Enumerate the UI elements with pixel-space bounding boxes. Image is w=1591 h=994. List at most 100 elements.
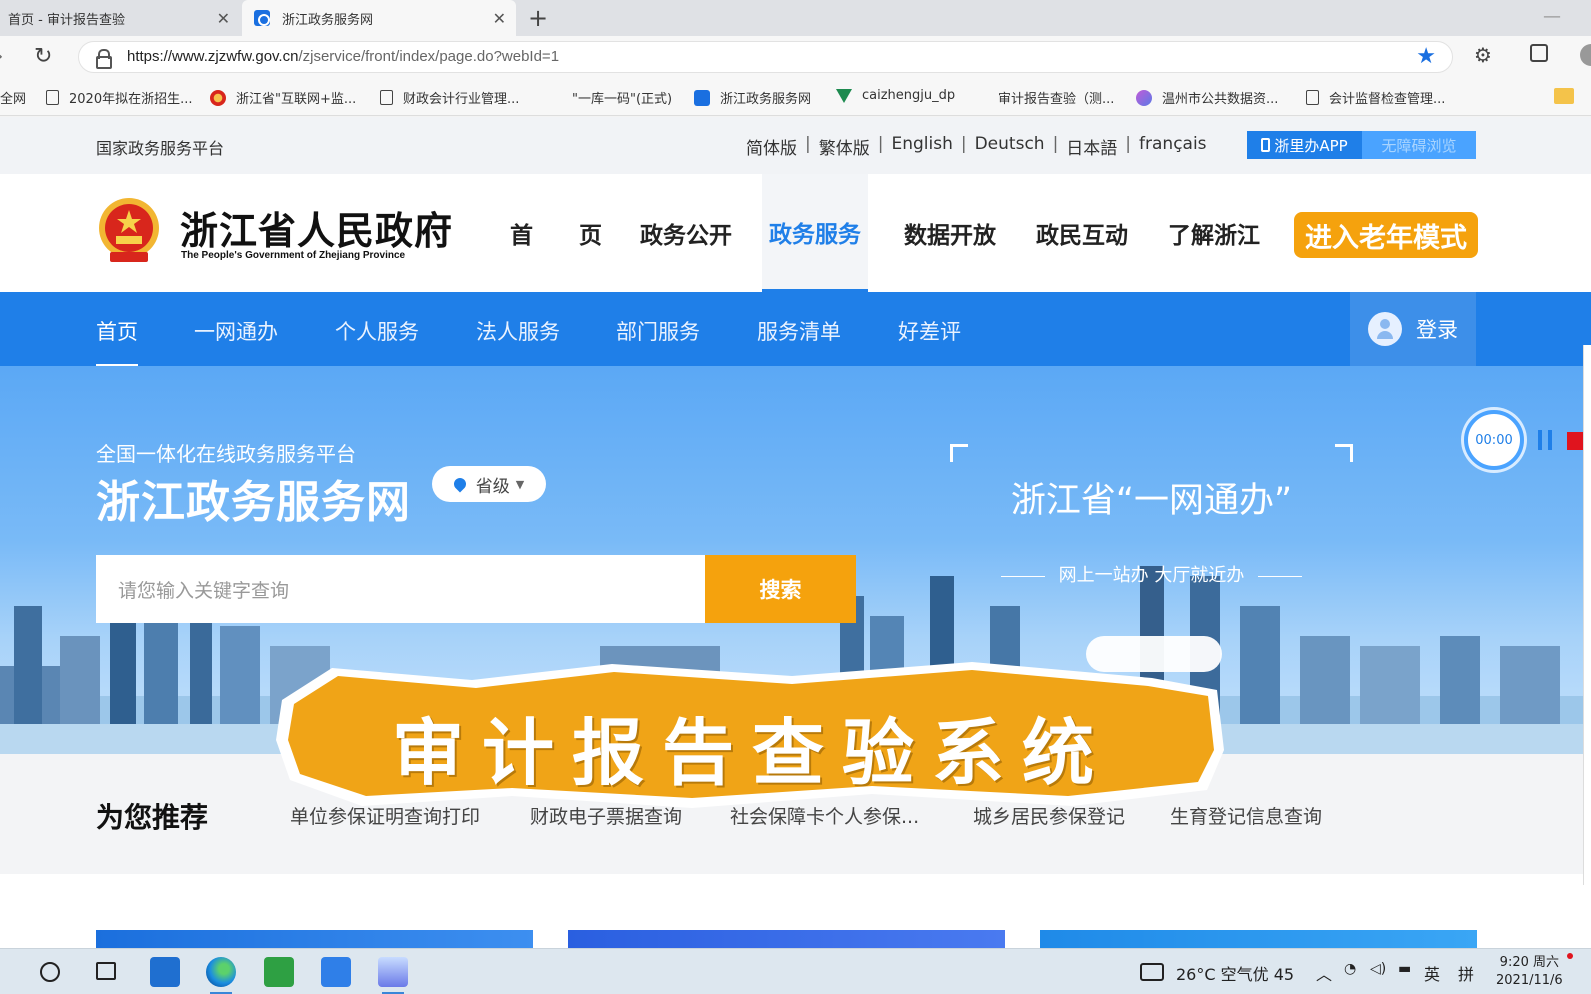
edge-browser-icon[interactable] (206, 957, 236, 994)
phone-icon (1261, 138, 1271, 152)
subnav-home[interactable]: 首页 (96, 316, 138, 346)
notification-dot-icon (1567, 953, 1573, 959)
subnav-legal-person[interactable]: 法人服务 (476, 316, 560, 346)
nav-home[interactable]: 首 页 (510, 174, 602, 292)
bookmark-item[interactable]: caizhengju_dp (836, 88, 955, 103)
bookmark-item[interactable]: 会计监督检查管理... (1306, 88, 1445, 107)
bookmark-item[interactable]: 温州市公共数据资... (1136, 88, 1278, 107)
page-icon (380, 90, 393, 105)
emblem-icon (210, 89, 226, 106)
url-text: https://www.zjzwfw.gov.cn/zjservice/fron… (127, 48, 560, 65)
lang-traditional[interactable]: 繁体版 (819, 134, 870, 159)
gov-name-en: The People's Government of Zhejiang Prov… (181, 250, 406, 261)
chevron-down-icon: ▼ (515, 477, 525, 491)
favorite-star-icon[interactable]: ★ (1416, 44, 1436, 69)
system-clock[interactable]: 9:20 周六 2021/11/6 (1496, 954, 1563, 990)
side-panel-edge (1583, 345, 1591, 885)
page-icon (1306, 90, 1319, 105)
lang-english[interactable]: English (891, 134, 952, 159)
bookmark-item[interactable]: 审计报告查验（测... (998, 88, 1114, 107)
ime-mode[interactable]: 拼 (1458, 961, 1474, 985)
close-icon[interactable]: ✕ (217, 9, 230, 28)
bookmark-item[interactable]: 浙江政务服务网 (694, 88, 811, 107)
collections-icon[interactable] (1530, 44, 1548, 62)
profile-avatar[interactable] (1580, 44, 1591, 66)
url-field[interactable]: https://www.zjzwfw.gov.cn/zjservice/fron… (78, 41, 1453, 73)
volume-icon[interactable]: ◁) (1370, 961, 1386, 977)
service-cards-row (0, 874, 1591, 948)
national-emblem-icon[interactable] (96, 196, 162, 266)
nav-interaction[interactable]: 政民互动 (1036, 174, 1128, 292)
nav-about-zhejiang[interactable]: 了解浙江 (1168, 174, 1260, 292)
site-top-strip: 国家政务服务平台 简体版 | 繁体版 | English | Deutsch | 日本語… (0, 117, 1591, 174)
green-app-icon[interactable] (264, 957, 294, 987)
back-arrow-icon[interactable]: › (0, 46, 3, 67)
site-header: 浙江省人民政府 The People's Government of Zheji… (0, 174, 1591, 292)
bookmark-item[interactable]: 2020年拟在浙招生... (46, 88, 192, 107)
subnav-personal[interactable]: 个人服务 (335, 316, 419, 346)
accessibility-button[interactable]: 无障碍浏览 (1362, 131, 1476, 159)
promo-title: 浙江省“一网通办” (1010, 481, 1293, 521)
minimize-icon[interactable]: — (1543, 6, 1561, 27)
lang-simplified[interactable]: 简体版 (746, 134, 797, 159)
tab-title: 首页 - 审计报告查验 (8, 12, 125, 28)
new-tab-plus-icon[interactable]: + (528, 4, 548, 32)
search-input[interactable]: 请您输入关键字查询 (96, 555, 705, 623)
bookmark-item[interactable]: "一库一码"(正式) (572, 88, 672, 107)
address-bar: › ↻ https://www.zjzwfw.gov.cn/zjservice/… (0, 36, 1591, 78)
weather-text[interactable]: 26°C 空气优 45 (1176, 961, 1294, 985)
weather-icon[interactable] (1140, 963, 1164, 981)
location-pin-icon (451, 475, 469, 493)
tab-title: 浙江政务服务网 (282, 12, 374, 28)
chevron-up-icon[interactable]: ︿ (1316, 961, 1332, 985)
login-button[interactable]: 登录 (1350, 292, 1476, 366)
reload-icon[interactable]: ↻ (34, 44, 52, 69)
bookmark-item[interactable]: 财政会计行业管理... (380, 88, 519, 107)
pause-icon[interactable] (1538, 430, 1552, 450)
folder-icon[interactable] (1554, 88, 1574, 104)
service-card[interactable] (96, 930, 533, 948)
close-icon[interactable]: ✕ (493, 9, 506, 28)
task-view-icon[interactable] (96, 962, 116, 980)
lang-german[interactable]: Deutsch (975, 134, 1045, 159)
promo-subtitle: 网上一站办 大厅就近办 (950, 561, 1353, 587)
nav-gov-affairs-open[interactable]: 政务公开 (640, 174, 732, 292)
photos-app-icon[interactable] (378, 957, 408, 994)
nav-open-data[interactable]: 数据开放 (904, 174, 996, 292)
elder-mode-button[interactable]: 进入老年模式 (1294, 212, 1478, 258)
browser-tab-bar: 首页 - 审计报告查验 ✕ 浙江政务服务网 ✕ + — (0, 0, 1591, 36)
subnav-service-list[interactable]: 服务清单 (757, 316, 841, 346)
tab-zjzwfw[interactable]: 浙江政务服务网 ✕ (242, 0, 516, 36)
lang-french[interactable]: français (1139, 134, 1207, 159)
battery-icon[interactable]: ▬ (1398, 961, 1411, 977)
network-icon[interactable]: ◔ (1344, 961, 1356, 977)
mail-app-icon[interactable] (150, 957, 180, 987)
recorder-timer: 00:00 (1464, 410, 1524, 470)
bird-app-icon[interactable] (321, 957, 351, 987)
search-button[interactable]: 搜索 (705, 555, 856, 623)
search-icon[interactable] (40, 962, 60, 982)
lock-icon[interactable] (95, 49, 112, 69)
national-platform-link[interactable]: 国家政务服务平台 (96, 135, 224, 159)
service-card[interactable] (1040, 930, 1477, 948)
subnav-one-stop[interactable]: 一网通办 (194, 316, 278, 346)
lang-japanese[interactable]: 日本語 (1066, 134, 1117, 159)
nav-gov-services[interactable]: 政务服务 (762, 174, 868, 292)
recommend-label: 为您推荐 (96, 801, 209, 834)
extensions-icon[interactable]: ⚙ (1474, 43, 1492, 67)
site-favicon-icon (694, 89, 710, 106)
bookmark-item[interactable]: 浙江省"互联网+监... (210, 88, 356, 107)
v-logo-icon (836, 88, 852, 103)
subnav-rating[interactable]: 好差评 (898, 316, 961, 346)
tab-audit-report[interactable]: 首页 - 审计报告查验 ✕ (0, 0, 240, 36)
service-card[interactable] (568, 930, 1005, 948)
region-level-dropdown[interactable]: 省级 ▼ (432, 466, 546, 502)
zlb-app-button[interactable]: 浙里办APP (1247, 131, 1362, 159)
subnav-department[interactable]: 部门服务 (616, 316, 700, 346)
user-icon (1368, 312, 1402, 346)
hero-title: 浙江政务服务网 (96, 477, 411, 528)
banner-title: 审计报告查验系统 (391, 710, 1112, 795)
gov-name[interactable]: 浙江省人民政府 (180, 200, 453, 255)
bookmark-item[interactable]: 全网 (0, 88, 26, 107)
ime-language[interactable]: 英 (1424, 961, 1440, 985)
